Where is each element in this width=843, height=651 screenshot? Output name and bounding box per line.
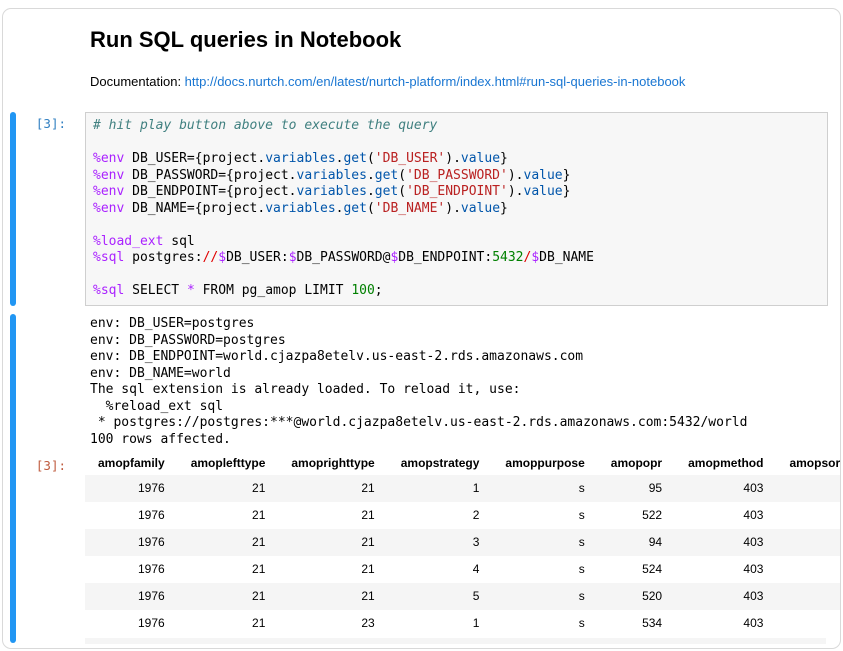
table-cell: s <box>492 475 597 502</box>
table-cell: 1976 <box>85 583 178 610</box>
code-line: # hit play button above to execute the q… <box>93 118 827 135</box>
table-cell: 0 <box>776 583 841 610</box>
table-cell: 3 <box>388 529 493 556</box>
table-cell: 524 <box>598 556 675 583</box>
table-cell: 23 <box>278 610 387 637</box>
code-line: %load_ext sql <box>93 234 827 251</box>
column-header: amopopr <box>598 452 675 475</box>
table-cell: 522 <box>598 502 675 529</box>
column-header: amopstrategy <box>388 452 493 475</box>
table-cell: 520 <box>598 583 675 610</box>
table-cell: 1976 <box>85 529 178 556</box>
table-cell: 94 <box>598 529 675 556</box>
table-cell: 4 <box>388 556 493 583</box>
table-cell: 21 <box>178 583 279 610</box>
table-cell: s <box>492 529 597 556</box>
column-header: amoppurpose <box>492 452 597 475</box>
column-header: amopsortfamily <box>776 452 841 475</box>
table-row: 197621231s5344030 <box>85 610 841 637</box>
table-cell: 403 <box>675 583 776 610</box>
column-header: amopmethod <box>675 452 776 475</box>
table-cell: 1976 <box>85 610 178 637</box>
table-cell: 1 <box>388 610 493 637</box>
documentation-link[interactable]: http://docs.nurtch.com/en/latest/nurtch-… <box>185 74 686 89</box>
input-collapser-bar[interactable] <box>10 112 16 306</box>
code-line: %env DB_ENDPOINT={project.variables.get(… <box>93 184 827 201</box>
table-cell: 21 <box>278 502 387 529</box>
table-row: 197621212s5224030 <box>85 502 841 529</box>
table-cell: 1976 <box>85 502 178 529</box>
table-cell: 403 <box>675 502 776 529</box>
table-cell: 0 <box>776 502 841 529</box>
table-cell: s <box>492 610 597 637</box>
table-cell: 0 <box>776 610 841 637</box>
table-cell: 0 <box>776 556 841 583</box>
column-header: amoprighttype <box>278 452 387 475</box>
code-line: %sql SELECT * FROM pg_amop LIMIT 100; <box>93 283 827 300</box>
result-table-head: amopfamilyamoplefttypeamoprighttypeamops… <box>85 452 841 475</box>
code-editor[interactable]: # hit play button above to execute the q… <box>85 112 828 306</box>
result-table-area: amopfamilyamoplefttypeamoprighttypeamops… <box>85 452 826 637</box>
input-prompt: [3]: <box>3 116 66 132</box>
table-row: 197621215s5204030 <box>85 583 841 610</box>
result-table-body: 197621211s954030197621212s52240301976212… <box>85 475 841 637</box>
table-cell: 21 <box>178 529 279 556</box>
output-prompt: [3]: <box>3 458 66 474</box>
table-cell: s <box>492 583 597 610</box>
table-row-partial <box>85 638 826 644</box>
table-cell: s <box>492 556 597 583</box>
table-cell: 0 <box>776 475 841 502</box>
table-cell: 95 <box>598 475 675 502</box>
code-line <box>93 135 827 152</box>
table-cell: 21 <box>178 610 279 637</box>
code-line: %env DB_PASSWORD={project.variables.get(… <box>93 168 827 185</box>
result-table: amopfamilyamoplefttypeamoprighttypeamops… <box>85 452 841 637</box>
table-cell: 1976 <box>85 475 178 502</box>
column-header: amoplefttype <box>178 452 279 475</box>
table-row: 197621214s5244030 <box>85 556 841 583</box>
table-cell: 1 <box>388 475 493 502</box>
table-cell: 534 <box>598 610 675 637</box>
table-cell: 403 <box>675 556 776 583</box>
stream-output: env: DB_USER=postgres env: DB_PASSWORD=p… <box>90 316 747 448</box>
code-line: %sql postgres://$DB_USER:$DB_PASSWORD@$D… <box>93 250 827 267</box>
documentation-label: Documentation: <box>90 74 185 89</box>
table-cell: 21 <box>278 529 387 556</box>
code-lines[interactable]: # hit play button above to execute the q… <box>86 113 827 300</box>
table-cell: 21 <box>178 475 279 502</box>
table-cell: 21 <box>178 502 279 529</box>
table-cell: 21 <box>278 475 387 502</box>
table-cell: 403 <box>675 529 776 556</box>
notebook-frame: Run SQL queries in Notebook Documentatio… <box>2 8 841 649</box>
table-cell: 0 <box>776 529 841 556</box>
table-cell: 5 <box>388 583 493 610</box>
table-cell: 403 <box>675 610 776 637</box>
table-cell: 21 <box>278 556 387 583</box>
table-row: 197621211s954030 <box>85 475 841 502</box>
table-cell: 21 <box>278 583 387 610</box>
header-row: amopfamilyamoplefttypeamoprighttypeamops… <box>85 452 841 475</box>
column-header: amopfamily <box>85 452 178 475</box>
table-cell: 1976 <box>85 556 178 583</box>
table-cell: s <box>492 502 597 529</box>
table-cell: 21 <box>178 556 279 583</box>
table-cell: 403 <box>675 475 776 502</box>
markdown-cell: Run SQL queries in Notebook Documentatio… <box>90 26 820 90</box>
notebook-screen: Run SQL queries in Notebook Documentatio… <box>0 0 843 651</box>
code-line: %env DB_USER={project.variables.get('DB_… <box>93 151 827 168</box>
page-title: Run SQL queries in Notebook <box>90 26 820 53</box>
documentation-line: Documentation: http://docs.nurtch.com/en… <box>90 73 820 90</box>
code-line <box>93 217 827 234</box>
code-line <box>93 267 827 284</box>
table-row: 197621213s944030 <box>85 529 841 556</box>
table-cell: 2 <box>388 502 493 529</box>
code-line: %env DB_NAME={project.variables.get('DB_… <box>93 201 827 218</box>
output-collapser-bar[interactable] <box>10 314 16 643</box>
